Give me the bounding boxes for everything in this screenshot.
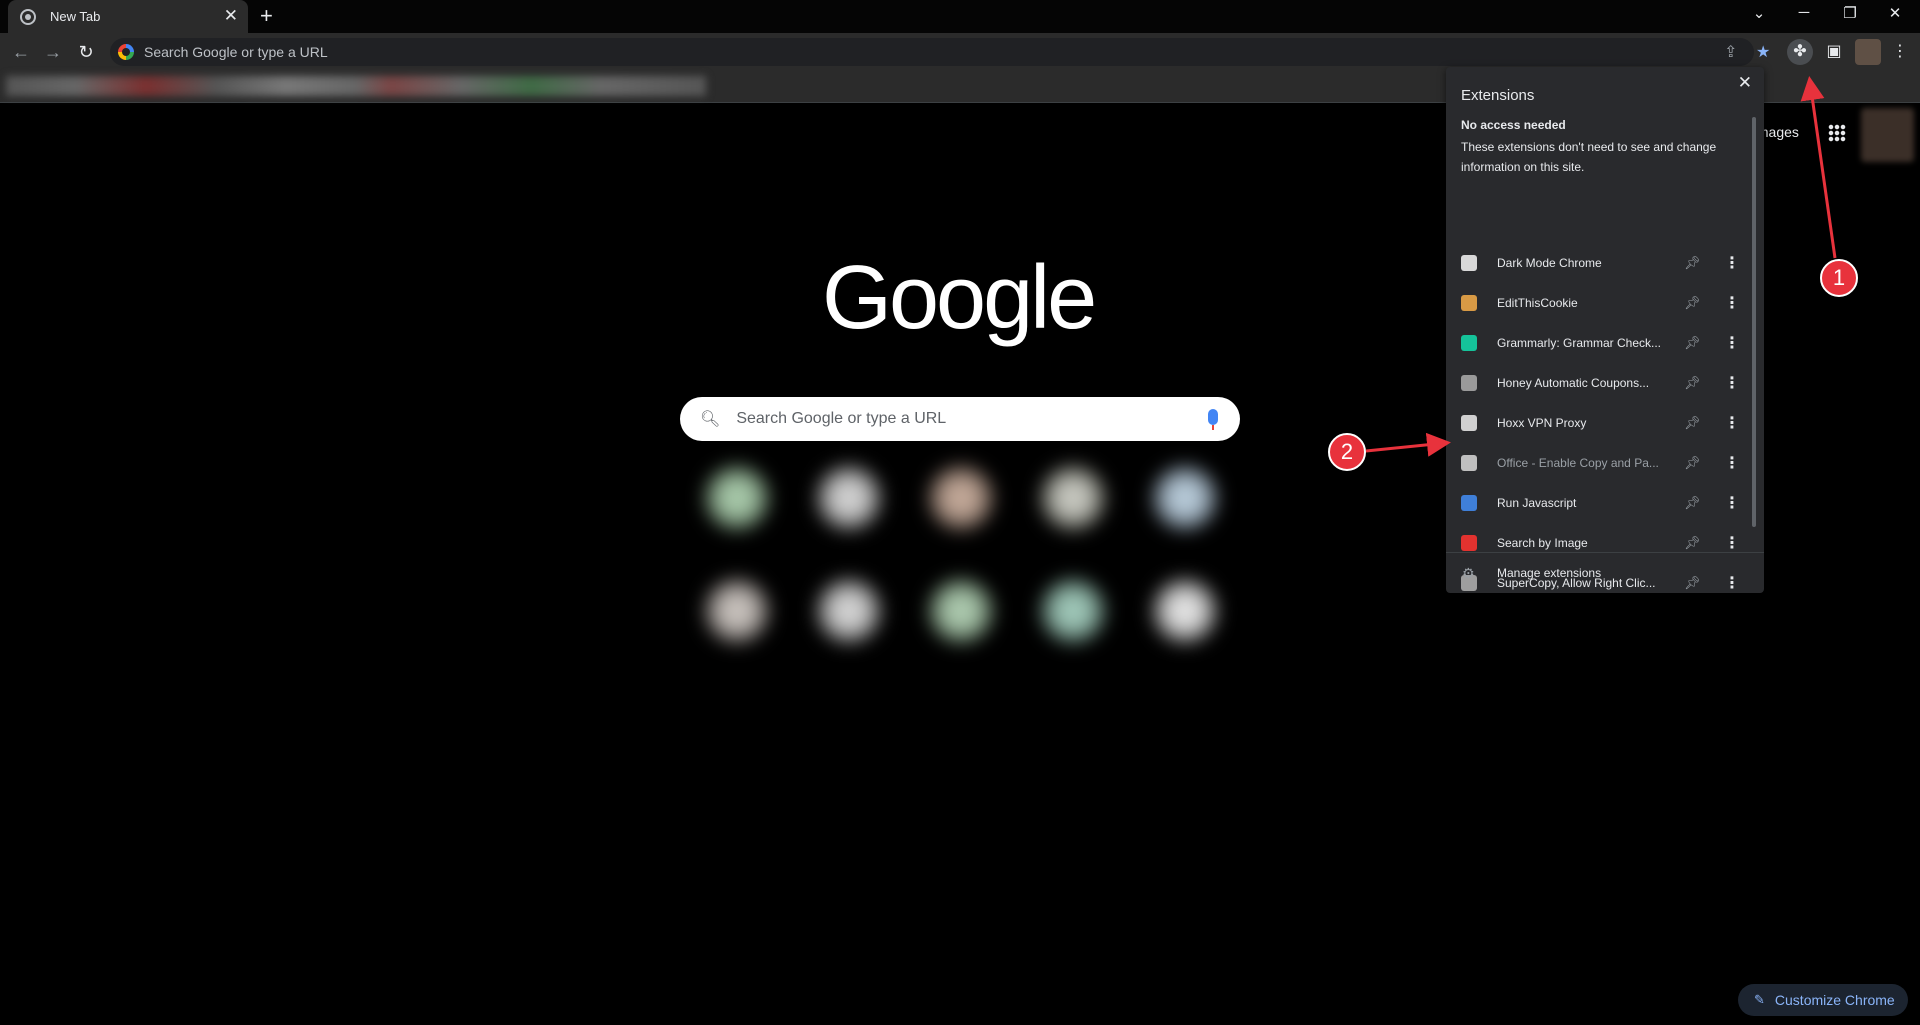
extension-name: Honey Automatic Coupons... bbox=[1497, 376, 1650, 390]
microphone-icon[interactable] bbox=[1208, 409, 1218, 430]
customize-chrome-label: Customize Chrome bbox=[1774, 992, 1895, 1008]
tab-close-icon[interactable]: ✕ bbox=[224, 6, 238, 26]
ntp-search-input[interactable] bbox=[736, 410, 1177, 428]
bookmark-star-icon[interactable]: ★ bbox=[1756, 42, 1770, 62]
grammarly-icon bbox=[1461, 335, 1477, 351]
manage-extensions-button[interactable]: ⚙ Manage extensions bbox=[1446, 552, 1764, 593]
honey-icon bbox=[1461, 375, 1477, 391]
pin-icon[interactable]: 📌︎ bbox=[1684, 375, 1701, 391]
shortcut-tile[interactable] bbox=[816, 578, 882, 644]
back-icon[interactable]: ← bbox=[8, 39, 34, 65]
manage-extensions-label: Manage extensions bbox=[1497, 566, 1602, 580]
pencil-icon: ✎ bbox=[1754, 992, 1765, 1007]
restore-button[interactable]: ❐ bbox=[1838, 4, 1862, 22]
extension-name: Grammarly: Grammar Check... bbox=[1497, 336, 1662, 350]
annotation-badge-1: 1 bbox=[1820, 259, 1858, 297]
side-panel-icon[interactable]: ▣ bbox=[1820, 39, 1848, 65]
cookie-icon bbox=[1461, 295, 1477, 311]
extension-item[interactable]: Run Javascript 📌︎ ⋮ bbox=[1446, 483, 1746, 523]
extension-name: Office - Enable Copy and Pa... bbox=[1497, 456, 1659, 470]
office-icon bbox=[1461, 455, 1477, 471]
shortcut-tile[interactable] bbox=[928, 578, 994, 644]
shortcut-tile[interactable] bbox=[704, 578, 770, 644]
shortcut-tile[interactable] bbox=[704, 465, 770, 531]
shortcut-tile[interactable] bbox=[1040, 578, 1106, 644]
toolbar: ← → ↻ ⇪ ★ ✤ ▣ ⋮ bbox=[0, 33, 1920, 71]
pin-icon[interactable]: 📌︎ bbox=[1684, 535, 1701, 551]
extensions-menu: Extensions ✕ No access needed These exte… bbox=[1446, 67, 1764, 593]
run-js-icon bbox=[1461, 495, 1477, 511]
dark-mode-icon bbox=[1461, 255, 1477, 271]
extension-item[interactable]: EditThisCookie 📌︎ ⋮ bbox=[1446, 283, 1746, 323]
customize-chrome-button[interactable]: ✎ Customize Chrome bbox=[1738, 984, 1908, 1016]
google-logo: Google bbox=[822, 248, 1097, 348]
scrollbar[interactable] bbox=[1752, 117, 1756, 527]
more-options-icon[interactable]: ⋮ bbox=[1724, 413, 1740, 433]
extension-item[interactable]: Grammarly: Grammar Check... 📌︎ ⋮ bbox=[1446, 323, 1746, 363]
shortcut-tile[interactable] bbox=[1040, 465, 1106, 531]
annotation-arrow-1 bbox=[1800, 76, 1837, 259]
chrome-icon bbox=[20, 8, 36, 25]
close-icon[interactable]: ✕ bbox=[1738, 73, 1752, 93]
minimize-button[interactable]: ─ bbox=[1792, 4, 1816, 21]
new-tab-button[interactable]: + bbox=[260, 3, 273, 29]
bookmarks-blurred[interactable] bbox=[6, 76, 706, 96]
extension-item[interactable]: Office - Enable Copy and Pa... 📌︎ ⋮ bbox=[1446, 443, 1746, 483]
apps-grid-icon[interactable] bbox=[1828, 124, 1846, 142]
hoxx-icon bbox=[1461, 415, 1477, 431]
shortcut-tile[interactable] bbox=[928, 465, 994, 531]
profile-avatar[interactable] bbox=[1855, 39, 1881, 65]
more-options-icon[interactable]: ⋮ bbox=[1724, 373, 1740, 393]
gear-icon: ⚙ bbox=[1462, 564, 1475, 581]
more-options-icon[interactable]: ⋮ bbox=[1724, 453, 1740, 473]
pin-icon[interactable]: 📌︎ bbox=[1684, 455, 1701, 471]
extension-name: Run Javascript bbox=[1497, 496, 1577, 510]
more-options-icon[interactable]: ⋮ bbox=[1724, 493, 1740, 513]
extension-item[interactable]: Hoxx VPN Proxy 📌︎ ⋮ bbox=[1446, 403, 1746, 443]
more-options-icon[interactable]: ⋮ bbox=[1724, 533, 1740, 553]
ntp-search-box[interactable]: 🔍︎ bbox=[680, 397, 1240, 441]
search-by-image-icon bbox=[1461, 535, 1477, 551]
tab-title: New Tab bbox=[50, 9, 101, 24]
extension-item[interactable]: Honey Automatic Coupons... 📌︎ ⋮ bbox=[1446, 363, 1746, 403]
pin-icon[interactable]: 📌︎ bbox=[1684, 295, 1701, 311]
omnibox-input[interactable] bbox=[144, 44, 1644, 60]
share-icon[interactable]: ⇪ bbox=[1724, 42, 1737, 62]
menu-kebab-icon[interactable]: ⋮ bbox=[1886, 39, 1914, 65]
reload-icon[interactable]: ↻ bbox=[73, 39, 99, 65]
shortcut-tile[interactable] bbox=[1152, 465, 1218, 531]
shortcut-tile[interactable] bbox=[1152, 578, 1218, 644]
extension-item[interactable]: Dark Mode Chrome 📌︎ ⋮ bbox=[1446, 243, 1746, 283]
section-title: No access needed bbox=[1461, 118, 1566, 132]
pin-icon[interactable]: 📌︎ bbox=[1684, 415, 1701, 431]
extension-name: Dark Mode Chrome bbox=[1497, 256, 1602, 270]
tab-search-icon[interactable]: ⌄ bbox=[1747, 4, 1771, 22]
forward-icon[interactable]: → bbox=[40, 39, 66, 65]
shortcut-tile[interactable] bbox=[816, 465, 882, 531]
tab-strip: New Tab ✕ + ⌄ ─ ❐ ✕ bbox=[0, 0, 1920, 33]
pin-icon[interactable]: 📌︎ bbox=[1684, 255, 1701, 271]
extension-name: EditThisCookie bbox=[1497, 296, 1578, 310]
pin-icon[interactable]: 📌︎ bbox=[1684, 335, 1701, 351]
more-options-icon[interactable]: ⋮ bbox=[1724, 253, 1740, 273]
more-options-icon[interactable]: ⋮ bbox=[1724, 293, 1740, 313]
pin-icon[interactable]: 📌︎ bbox=[1684, 495, 1701, 511]
section-description: These extensions don't need to see and c… bbox=[1461, 140, 1717, 174]
search-icon: 🔍︎ bbox=[700, 411, 721, 428]
close-window-button[interactable]: ✕ bbox=[1883, 4, 1907, 22]
annotation-badge-2: 2 bbox=[1328, 433, 1366, 471]
account-avatar[interactable] bbox=[1861, 108, 1914, 162]
omnibox[interactable]: ⇪ ★ bbox=[110, 38, 1770, 66]
more-options-icon[interactable]: ⋮ bbox=[1724, 333, 1740, 353]
extensions-puzzle-icon[interactable]: ✤ bbox=[1787, 39, 1813, 65]
tab-new-tab[interactable]: New Tab ✕ bbox=[8, 0, 248, 33]
annotation-arrow-2 bbox=[1365, 432, 1451, 457]
google-g-icon bbox=[118, 44, 134, 60]
extension-name: Hoxx VPN Proxy bbox=[1497, 416, 1587, 430]
extension-name: Search by Image bbox=[1497, 536, 1588, 550]
extensions-menu-title: Extensions bbox=[1461, 87, 1535, 104]
